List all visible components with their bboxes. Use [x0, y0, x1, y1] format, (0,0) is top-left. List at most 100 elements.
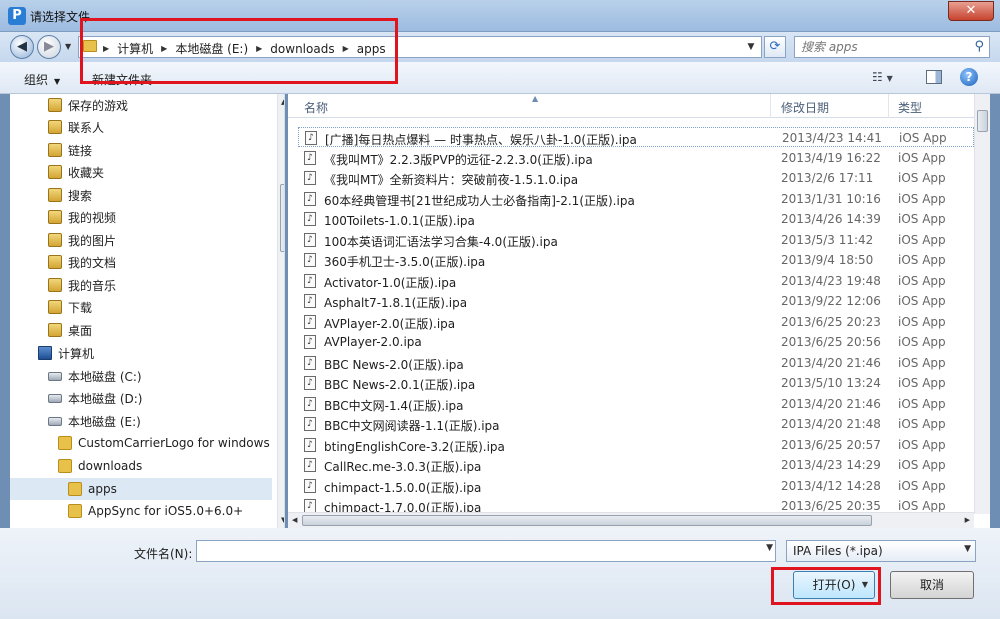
- column-divider[interactable]: [770, 94, 771, 118]
- file-row[interactable]: ♪ AVPlayer-2.0(正版).ipa 2013/6/25 20:23 iOS …: [298, 312, 974, 332]
- breadcrumb-drive-e[interactable]: 本地磁盘 (E:): [175, 40, 248, 57]
- file-row[interactable]: ♪ Activator-1.0(正版).ipa 2013/4/23 19:48 iOS…: [298, 271, 974, 291]
- view-options-button[interactable]: ☷ ▼: [872, 70, 893, 84]
- file-type: iOS App: [898, 417, 946, 431]
- file-type: iOS App: [898, 438, 946, 452]
- open-button[interactable]: 打开(O) ▼: [793, 571, 875, 599]
- sidebar-item-label: 搜索: [68, 188, 93, 203]
- help-icon[interactable]: ?: [960, 68, 978, 86]
- sidebar-item-drive-d[interactable]: 本地磁盘 (D:): [10, 387, 272, 409]
- recent-locations-dropdown[interactable]: ▼: [65, 42, 71, 51]
- file-row[interactable]: ♪ BBC News-2.0(正版).ipa 2013/4/20 21:46 iOS …: [298, 353, 974, 373]
- scroll-left-icon[interactable]: ◀: [292, 516, 297, 524]
- file-row[interactable]: ♪ 《我叫MT》2.2.3版PVP的远征-2.2.3.0(正版).ipa 2013/…: [298, 148, 974, 168]
- column-header-name[interactable]: 名称: [304, 99, 328, 116]
- forward-button[interactable]: ▶: [37, 35, 61, 59]
- sidebar-item-drive-e[interactable]: 本地磁盘 (E:): [10, 410, 272, 432]
- cancel-button[interactable]: 取消: [890, 571, 974, 599]
- refresh-button[interactable]: ⟳: [764, 36, 786, 58]
- breadcrumb-chevron-icon[interactable]: ▶: [343, 44, 349, 53]
- file-row[interactable]: ♪ 100本英语词汇语法学习合集-4.0(正版).ipa 2013/5/3 11:4…: [298, 230, 974, 250]
- sidebar-item-drive-c[interactable]: 本地磁盘 (C:): [10, 365, 272, 387]
- chevron-down-icon[interactable]: ▼: [766, 543, 773, 553]
- sidebar-item-saved-games[interactable]: 保存的游戏: [10, 94, 272, 116]
- file-row[interactable]: ♪ Asphalt7-1.8.1(正版).ipa 2013/9/22 12:06 iO…: [298, 291, 974, 311]
- breadcrumb-computer[interactable]: 计算机: [117, 40, 153, 57]
- file-list-horizontal-scrollbar[interactable]: ◀ ▶: [288, 512, 974, 528]
- file-type: iOS App: [898, 397, 946, 411]
- file-row[interactable]: ♪ AVPlayer-2.0.ipa 2013/6/25 20:56 iOS App: [298, 332, 974, 352]
- file-row[interactable]: ♪ 100Toilets-1.0.1(正版).ipa 2013/4/26 14:39…: [298, 209, 974, 229]
- sidebar-item-documents[interactable]: 我的文档: [10, 251, 272, 273]
- breadcrumb-chevron-icon[interactable]: ▶: [103, 44, 109, 53]
- file-name: AVPlayer-2.0.ipa: [324, 335, 422, 349]
- column-header-row: ▲ 名称 修改日期 类型: [288, 94, 974, 118]
- sidebar-item-music[interactable]: 我的音乐: [10, 274, 272, 296]
- breadcrumb: ▶ 计算机 ▶ 本地磁盘 (E:) ▶ downloads ▶ apps: [103, 40, 386, 57]
- file-row[interactable]: ♪ BBC中文网-1.4(正版).ipa 2013/4/20 21:46 iOS Ap…: [298, 394, 974, 414]
- sidebar-item-videos[interactable]: 我的视频: [10, 206, 272, 228]
- sidebar-item-customcarrierlogo[interactable]: CustomCarrierLogo for windows: [10, 432, 272, 454]
- file-type-filter[interactable]: IPA Files (*.ipa) ▼: [786, 540, 976, 562]
- scroll-down-icon[interactable]: ▼: [281, 516, 284, 524]
- sidebar-scrollbar[interactable]: ▲ ▼: [277, 94, 284, 528]
- scrollbar-thumb[interactable]: [280, 184, 284, 252]
- sidebar-item-downloads[interactable]: 下载: [10, 296, 272, 318]
- column-header-date[interactable]: 修改日期: [781, 99, 829, 116]
- file-row[interactable]: ♪ chimpact-1.5.0.0(正版).ipa 2013/4/12 14:28…: [298, 476, 974, 496]
- breadcrumb-chevron-icon[interactable]: ▶: [161, 44, 167, 53]
- address-bar[interactable]: ▶ 计算机 ▶ 本地磁盘 (E:) ▶ downloads ▶ apps ▼: [78, 36, 762, 58]
- file-list-vertical-scrollbar[interactable]: [974, 94, 990, 514]
- sidebar-item-downloads-folder[interactable]: downloads: [10, 455, 272, 477]
- sidebar-item-desktop[interactable]: 桌面: [10, 319, 272, 341]
- file-row[interactable]: ♪ BBC中文网阅读器-1.1(正版).ipa 2013/4/20 21:48 iOS…: [298, 414, 974, 434]
- search-box[interactable]: ⚲: [794, 36, 990, 58]
- search-icon[interactable]: ⚲: [974, 39, 984, 54]
- file-row[interactable]: ♪ btingEnglishCore-3.2(正版).ipa 2013/6/25 2…: [298, 435, 974, 455]
- scroll-right-icon[interactable]: ▶: [965, 516, 970, 524]
- sidebar-item-computer[interactable]: 计算机: [10, 342, 272, 364]
- sidebar-item-links[interactable]: 链接: [10, 139, 272, 161]
- breadcrumb-apps[interactable]: apps: [357, 42, 386, 56]
- scroll-up-icon[interactable]: ▲: [281, 98, 284, 106]
- sidebar-item-pictures[interactable]: 我的图片: [10, 229, 272, 251]
- file-date: 2013/6/25 20:35: [781, 499, 881, 513]
- file-type: iOS App: [898, 499, 946, 513]
- file-type: iOS App: [898, 253, 946, 267]
- preview-pane-icon[interactable]: [926, 70, 942, 84]
- close-button[interactable]: ✕: [948, 1, 994, 21]
- column-header-type[interactable]: 类型: [898, 99, 922, 116]
- address-dropdown-icon[interactable]: ▼: [743, 39, 759, 55]
- sidebar-item-apps[interactable]: apps: [10, 478, 272, 500]
- file-row[interactable]: ♪ CallRec.me-3.0.3(正版).ipa 2013/4/23 14:29…: [298, 455, 974, 475]
- breadcrumb-chevron-icon[interactable]: ▶: [256, 44, 262, 53]
- file-date: 2013/4/23 14:29: [781, 458, 881, 472]
- sidebar-item-contacts[interactable]: 联系人: [10, 116, 272, 138]
- sidebar-item-label: 我的视频: [68, 210, 117, 225]
- organize-button[interactable]: 组织 ▼: [24, 71, 60, 88]
- music-file-icon: ♪: [304, 171, 316, 185]
- file-row[interactable]: ♪ BBC News-2.0.1(正版).ipa 2013/5/10 13:24 iO…: [298, 373, 974, 393]
- file-row[interactable]: ♪ 360手机卫士-3.5.0(正版).ipa 2013/9/4 18:50 iOS …: [298, 250, 974, 270]
- file-row[interactable]: ♪ 《我叫MT》全新资料片：突破前夜-1.5.1.0.ipa 2013/2/6 17…: [298, 168, 974, 188]
- folder-icon: [68, 482, 82, 496]
- sidebar-item-appsync[interactable]: AppSync for iOS5.0+6.0+: [10, 500, 272, 522]
- column-divider[interactable]: [888, 94, 889, 118]
- file-row[interactable]: ♪ [广播]每日热点爆料 — 时事热点、娱乐八卦-1.0(正版).ipa 2013/…: [298, 127, 974, 147]
- chevron-down-icon[interactable]: ▼: [862, 572, 868, 598]
- sidebar-item-searches[interactable]: 搜索: [10, 184, 272, 206]
- breadcrumb-downloads[interactable]: downloads: [270, 42, 334, 56]
- filename-label: 文件名(N):: [134, 547, 193, 561]
- scrollbar-thumb[interactable]: [302, 515, 872, 526]
- back-button[interactable]: ◀: [10, 35, 34, 59]
- file-name: 100Toilets-1.0.1(正版).ipa: [324, 214, 475, 228]
- filename-field[interactable]: ▼: [196, 540, 776, 562]
- file-name: 《我叫MT》全新资料片：突破前夜-1.5.1.0.ipa: [324, 173, 579, 187]
- search-input[interactable]: [801, 39, 961, 55]
- sidebar-item-favorites[interactable]: 收藏夹: [10, 161, 272, 183]
- title-bar: P 请选择文件 ✕: [0, 0, 1000, 32]
- scrollbar-thumb[interactable]: [977, 110, 988, 132]
- music-file-icon: ♪: [304, 294, 316, 308]
- file-row[interactable]: ♪ 60本经典管理书[21世纪成功人士必备指南]-2.1(正版).ipa 2013/…: [298, 189, 974, 209]
- new-folder-button[interactable]: 新建文件夹: [92, 71, 152, 88]
